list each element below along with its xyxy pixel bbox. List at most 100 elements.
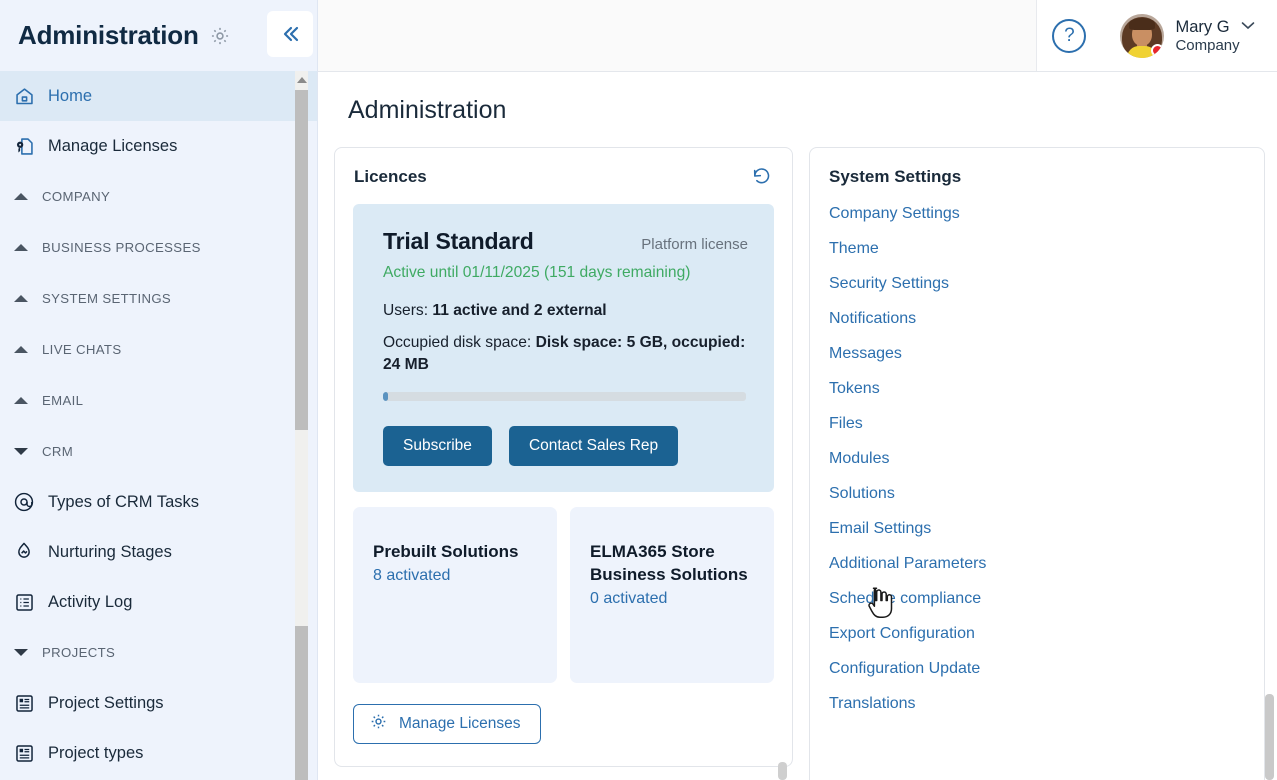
sidebar-item-label: Nurturing Stages	[48, 542, 172, 561]
system-settings-link[interactable]: Configuration Update	[829, 652, 1264, 687]
sidebar-item-manage-licenses[interactable]: Manage Licenses	[0, 121, 317, 171]
sidebar-item-label: Project types	[48, 743, 144, 762]
topbar: ? Mary G Company	[318, 0, 1277, 72]
chevron-down-icon[interactable]	[1241, 16, 1255, 36]
triangle-up-icon	[14, 295, 28, 302]
disk-usage-progress	[383, 392, 746, 402]
sidebar-group-email[interactable]: EMAIL	[0, 375, 317, 426]
system-settings-link[interactable]: Company Settings	[829, 197, 1264, 232]
sidebar-item-label: Types of CRM Tasks	[48, 492, 199, 511]
topbar-blank-region	[318, 0, 1037, 71]
licences-panel-scrollbar[interactable]	[778, 762, 787, 780]
sidebar-group-label: COMPANY	[42, 189, 111, 204]
main-area: ? Mary G Company Administration Licences…	[318, 0, 1277, 780]
store-solutions-card[interactable]: ELMA365 Store Business Solutions 0 activ…	[570, 507, 774, 684]
system-settings-link[interactable]: Modules	[829, 442, 1264, 477]
sidebar-header: Administration	[0, 0, 317, 71]
system-settings-link[interactable]: Additional Parameters	[829, 547, 1264, 582]
dashboard-cards: Licences Trial Standard Platform license	[334, 147, 1277, 780]
flame-icon	[12, 540, 36, 564]
sidebar-collapse-button[interactable]	[267, 11, 313, 57]
system-settings-link[interactable]: Export Configuration	[829, 617, 1264, 652]
license-disk-line: Occupied disk space: Disk space: 5 GB, o…	[383, 332, 748, 376]
system-settings-body: System Settings Company Settings Theme Sec…	[810, 148, 1264, 732]
sidebar-scrollbar-thumb[interactable]	[295, 90, 308, 430]
system-settings-link[interactable]: Solutions	[829, 477, 1264, 512]
system-settings-link[interactable]: Tokens	[829, 372, 1264, 407]
home-icon	[12, 84, 36, 108]
system-settings-link[interactable]: Security Settings	[829, 267, 1264, 302]
sidebar-scrollbar-thumb-lower[interactable]	[295, 626, 308, 780]
license-plan-kind: Platform license	[641, 236, 748, 253]
user-info: Mary G Company	[1175, 16, 1255, 56]
system-settings-link[interactable]: Messages	[829, 337, 1264, 372]
contact-sales-rep-button[interactable]: Contact Sales Rep	[508, 426, 679, 467]
gear-icon[interactable]	[209, 25, 231, 47]
triangle-up-icon	[14, 193, 28, 200]
sidebar-group-crm[interactable]: CRM	[0, 426, 317, 477]
sidebar-group-company[interactable]: COMPANY	[0, 171, 317, 222]
sidebar-item-label: Project Settings	[48, 693, 164, 712]
license-file-icon	[12, 134, 36, 158]
system-settings-link[interactable]: Files	[829, 407, 1264, 442]
license-actions: Subscribe Contact Sales Rep	[383, 426, 748, 467]
system-settings-link[interactable]: Email Settings	[829, 512, 1264, 547]
avatar	[1120, 13, 1165, 58]
triangle-down-icon	[14, 649, 28, 656]
page-scrollbar-thumb[interactable]	[1265, 694, 1274, 780]
system-settings-title: System Settings	[829, 167, 962, 186]
at-sign-icon	[12, 490, 36, 514]
sidebar-item-label: Home	[48, 86, 93, 105]
prebuilt-solutions-link[interactable]: 8 activated	[373, 567, 537, 585]
sidebar-group-projects[interactable]: PROJECTS	[0, 627, 317, 678]
sidebar-item-home[interactable]: Home	[0, 71, 317, 121]
page-title: Administration	[348, 96, 507, 124]
triangle-up-icon	[14, 397, 28, 404]
triangle-up-icon	[14, 244, 28, 251]
refresh-icon[interactable]	[751, 166, 772, 187]
subscribe-button[interactable]: Subscribe	[383, 426, 492, 467]
sidebar-group-live-chats[interactable]: LIVE CHATS	[0, 324, 317, 375]
licences-card: Licences Trial Standard Platform license	[334, 147, 793, 768]
user-menu[interactable]: Mary G Company	[1120, 13, 1255, 58]
manage-licenses-wrap: Manage Licenses	[335, 683, 792, 766]
list-icon	[12, 590, 36, 614]
triangle-up-icon	[14, 346, 28, 353]
system-settings-card: System Settings Company Settings Theme Sec…	[809, 147, 1265, 780]
app-root: Administration Home Manage Licenses COMP…	[0, 0, 1277, 780]
prebuilt-solutions-title: Prebuilt Solutions	[373, 542, 519, 562]
system-settings-link-list: Company Settings Theme Security Settings No…	[829, 197, 1264, 722]
manage-licenses-button[interactable]: Manage Licenses	[353, 704, 541, 745]
system-settings-link[interactable]: Translations	[829, 687, 1264, 722]
system-settings-link[interactable]: Schedule compliance	[829, 582, 1264, 617]
project-layout-icon	[12, 691, 36, 715]
prebuilt-solutions-card[interactable]: Prebuilt Solutions 8 activated	[353, 507, 557, 684]
license-users-value: 11 active and 2 external	[432, 302, 607, 319]
manage-licenses-label: Manage Licenses	[399, 715, 521, 733]
scroll-up-arrow-icon[interactable]	[295, 71, 308, 89]
user-company: Company	[1175, 37, 1240, 55]
sidebar-item-types-of-crm-tasks[interactable]: Types of CRM Tasks	[0, 477, 317, 527]
system-settings-link[interactable]: Theme	[829, 232, 1264, 267]
system-settings-link[interactable]: Notifications	[829, 302, 1264, 337]
sidebar-item-project-types[interactable]: Project types	[0, 728, 317, 778]
licences-title: Licences	[354, 166, 427, 186]
sidebar-item-activity-log[interactable]: Activity Log	[0, 577, 317, 627]
sidebar-item-label: Activity Log	[48, 592, 133, 611]
sidebar-item-label: Manage Licenses	[48, 136, 178, 155]
sidebar-group-system-settings[interactable]: SYSTEM SETTINGS	[0, 273, 317, 324]
sidebar-group-label: PROJECTS	[42, 645, 116, 660]
store-solutions-link[interactable]: 0 activated	[590, 590, 754, 608]
project-layout-icon	[12, 741, 36, 765]
triangle-down-icon	[14, 448, 28, 455]
license-plan-panel: Trial Standard Platform license Active u…	[353, 204, 774, 493]
license-users-line: Users: 11 active and 2 external	[383, 302, 748, 320]
status-dot-busy	[1151, 43, 1165, 57]
sidebar-scrollbar-track[interactable]	[295, 71, 308, 780]
sidebar-item-project-settings[interactable]: Project Settings	[0, 678, 317, 728]
sidebar-item-nurturing-stages[interactable]: Nurturing Stages	[0, 527, 317, 577]
license-disk-label: Occupied disk space:	[383, 334, 532, 351]
sidebar-group-business-processes[interactable]: BUSINESS PROCESSES	[0, 222, 317, 273]
sidebar-group-label: SYSTEM SETTINGS	[42, 291, 172, 306]
question-mark-icon[interactable]: ?	[1052, 18, 1087, 53]
